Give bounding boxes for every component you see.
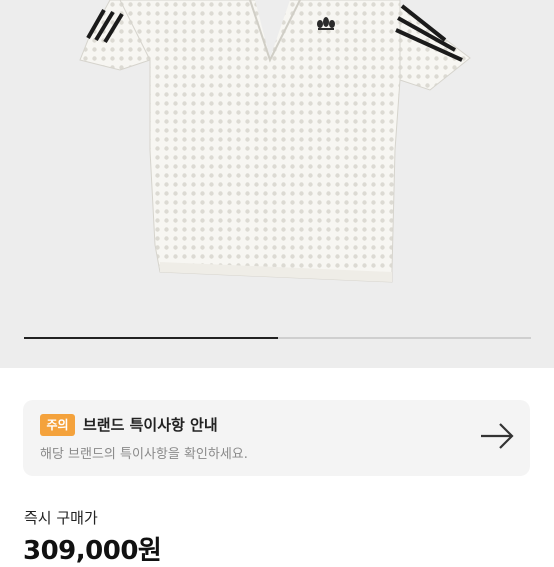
arrow-right-icon[interactable] [480,422,514,450]
caution-badge: 주의 [40,414,75,436]
price-label: 즉시 구매가 [24,509,98,527]
notice-description: 해당 브랜드의 특이사항을 확인하세요. [40,447,248,462]
brand-notice-card[interactable]: 주의 브랜드 특이사항 안내 해당 브랜드의 특이사항을 확인하세요. [23,400,530,476]
price-value: 309,000원 [23,536,162,566]
gallery-progress-bar [24,337,531,339]
section-divider [0,368,554,380]
gallery-progress-fill [24,337,278,339]
product-image-area[interactable] [0,0,554,368]
product-photo [79,0,471,283]
notice-title: 브랜드 특이사항 안내 [83,416,218,434]
